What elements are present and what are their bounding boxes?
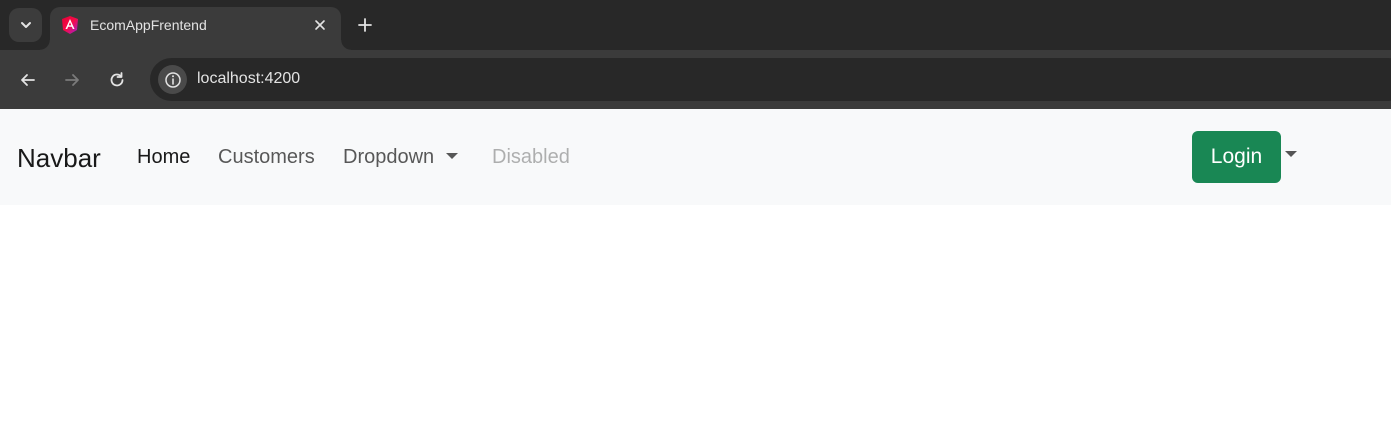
info-icon (164, 71, 181, 88)
page-body (0, 205, 1391, 441)
caret-down-icon (446, 152, 459, 159)
arrow-right-icon (65, 74, 79, 86)
nav-link-customers[interactable]: Customers (218, 146, 315, 169)
reload-button[interactable] (102, 65, 132, 95)
navbar: Navbar Home Customers Dropdown Disabled … (0, 109, 1391, 205)
chevron-down-icon (20, 22, 31, 28)
plus-icon (358, 18, 372, 32)
tab-title: EcomAppFrentend (90, 17, 207, 33)
site-info-button[interactable] (158, 65, 187, 94)
nav-link-disabled: Disabled (492, 146, 570, 168)
dropdown-label: Dropdown (343, 146, 435, 168)
arrow-left-icon (21, 74, 35, 86)
browser-tab[interactable]: EcomAppFrentend (40, 7, 351, 50)
angular-icon (62, 16, 78, 34)
url-text[interactable]: localhost:4200 (197, 70, 300, 88)
nav-link-dropdown[interactable]: Dropdown (343, 146, 459, 169)
address-bar[interactable]: localhost:4200 (150, 58, 1391, 101)
new-tab-button[interactable] (352, 12, 378, 38)
login-dropdown-toggle[interactable] (1284, 149, 1298, 161)
browser-toolbar: localhost:4200 (0, 50, 1391, 109)
login-button[interactable]: Login (1192, 131, 1281, 183)
nav-link-home[interactable]: Home (137, 146, 190, 169)
tab-search-button[interactable] (9, 8, 42, 42)
back-button[interactable] (13, 65, 43, 95)
close-tab-button[interactable] (310, 15, 330, 35)
navbar-brand[interactable]: Navbar (17, 143, 101, 174)
reload-icon (110, 72, 124, 87)
close-icon (315, 20, 325, 30)
browser-tabstrip: EcomAppFrentend (0, 0, 1391, 50)
forward-button[interactable] (57, 65, 87, 95)
